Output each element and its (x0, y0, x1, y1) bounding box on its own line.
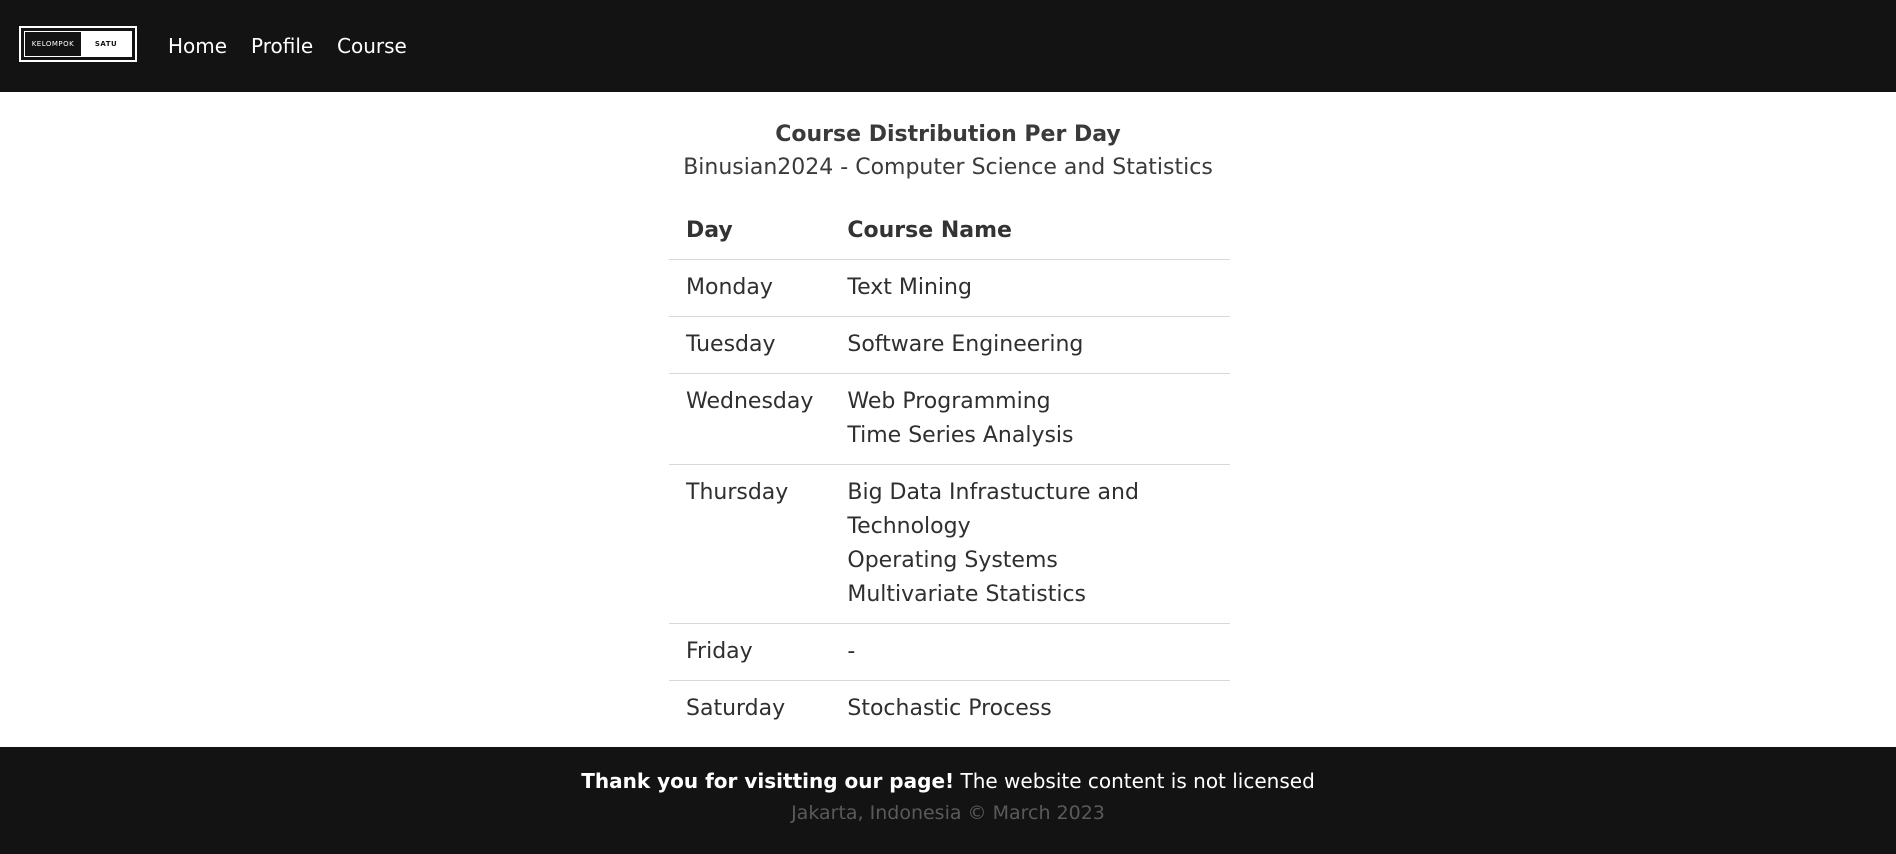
course-cell: Software Engineering (830, 316, 1230, 374)
table-row: Tuesday Software Engineering (669, 316, 1230, 374)
nav-link-home[interactable]: Home (168, 33, 227, 59)
day-cell: Saturday (686, 696, 786, 721)
table-row: Saturday Stochastic Process (669, 681, 1230, 738)
course-name: Software Engineering (847, 332, 1084, 357)
footer-copyright: Jakarta, Indonesia © March 2023 (791, 802, 1105, 824)
logo-right-text: SATU (81, 32, 131, 56)
course-name: Stochastic Process (847, 696, 1052, 721)
logo-frame: KELOMPOK SATU (24, 31, 132, 57)
course-name: Text Mining (847, 275, 972, 300)
course-cell: Stochastic Process (830, 681, 1230, 738)
footer-message: Thank you for visitting our page! The we… (0, 769, 1896, 793)
table-row: Thursday Big Data Infrastucture and Tech… (669, 464, 1230, 624)
day-cell: Thursday (669, 464, 831, 624)
table-row: Monday Text Mining (669, 259, 1230, 317)
column-header-course-name: Course Name (830, 202, 1230, 260)
nav-link-course[interactable]: Course (337, 33, 407, 59)
footer: Thank you for visitting our page! The we… (0, 747, 1896, 854)
column-header-day: Day (669, 202, 831, 260)
day-cell: Friday (669, 623, 831, 681)
site-logo[interactable]: KELOMPOK SATU (19, 26, 137, 62)
footer-thanks-text: Thank you for visitting our page! (581, 769, 955, 793)
course-cell: Text Mining (830, 259, 1230, 317)
page-title: Course Distribution Per Day (775, 122, 1121, 147)
navbar: KELOMPOK SATU Home Profile Course (0, 0, 1896, 92)
course-name: Big Data Infrastucture and Technology (847, 480, 1139, 539)
page-subtitle: Binusian2024 - Computer Science and Stat… (683, 155, 1213, 180)
course-name: Time Series Analysis (847, 423, 1074, 448)
course-name: Multivariate Statistics (847, 582, 1087, 607)
logo-left-text: KELOMPOK (25, 32, 81, 56)
table-row: Wednesday Web Programming Time Series An… (669, 373, 1230, 465)
course-cell: Web Programming Time Series Analysis (830, 373, 1230, 465)
main-content: Course Distribution Per Day Binusian2024… (0, 92, 1896, 747)
footer-license-text: The website content is not licensed (954, 769, 1315, 793)
course-cell: Big Data Infrastucture and Technology Op… (830, 464, 1230, 624)
nav-link-profile[interactable]: Profile (251, 33, 313, 59)
course-name: Web Programming (847, 389, 1051, 414)
course-cell: - (830, 623, 1230, 681)
day-cell: Tuesday (669, 316, 831, 374)
day-cell: Monday (669, 259, 831, 317)
day-cell: Wednesday (669, 373, 831, 465)
course-name: - (847, 639, 856, 664)
course-name: Operating Systems (847, 548, 1058, 573)
table-header-row: Day Course Name (669, 202, 1230, 260)
course-schedule-table: Day Course Name Monday Text Mining Tuesd… (669, 202, 1230, 737)
table-row: Friday - (669, 623, 1230, 681)
